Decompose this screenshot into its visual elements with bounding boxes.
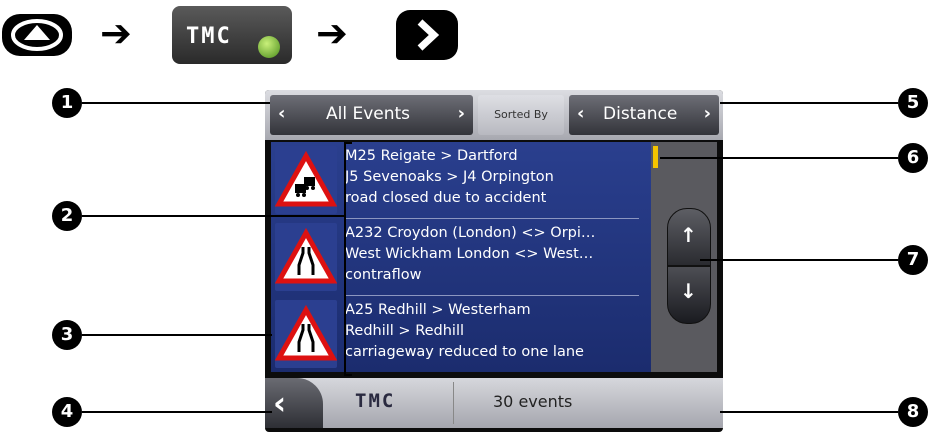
tmc-logo: TMC — [355, 390, 395, 412]
filter-selector[interactable]: ‹ All Events › — [270, 95, 473, 135]
divider — [453, 382, 454, 424]
event-road: M25 Reigate > Dartford — [345, 148, 518, 164]
arrow-down-icon: ↓ — [680, 279, 697, 303]
tmc-button[interactable]: TMC — [172, 6, 292, 64]
event-junction: Redhill > Redhill — [345, 323, 465, 339]
event-text: A232 Croydon (London) <> Orpi… West Wick… — [345, 223, 595, 286]
chevron-right-icon[interactable]: › — [458, 103, 465, 124]
sorted-by-label: Sorted By — [478, 95, 564, 135]
tmc-logo-icon: TMC — [186, 24, 232, 49]
back-button[interactable]: ‹ — [265, 378, 323, 428]
scroll-down-button[interactable]: ↓ — [667, 266, 711, 324]
tmc-logo-icon: TMC — [355, 390, 396, 412]
traffic-jam-sign-icon — [274, 146, 338, 214]
callout-8: 8 — [898, 397, 928, 427]
list-item[interactable]: A232 Croydon (London) <> Orpi… West Wick… — [271, 219, 651, 295]
callout-7: 7 — [898, 245, 928, 275]
traffic-events-screen: ‹ All Events › Sorted By ‹ Distance › M2… — [265, 90, 723, 432]
callout-line — [82, 102, 270, 104]
scrollbar[interactable]: ↑ ↓ — [651, 142, 717, 372]
chevron-left-icon[interactable]: ‹ — [577, 103, 584, 124]
road-narrows-sign-icon — [274, 223, 338, 291]
callout-line — [82, 215, 344, 217]
tmc-status-dot-icon — [258, 36, 280, 58]
event-count: 30 events — [493, 392, 573, 411]
event-road: A232 Croydon (London) <> Orpi… — [345, 225, 596, 241]
scroll-up-button[interactable]: ↑ — [667, 208, 711, 266]
event-list: M25 Reigate > Dartford J5 Sevenoaks > J4… — [271, 142, 651, 372]
sort-selector[interactable]: ‹ Distance › — [569, 95, 719, 135]
event-text: A25 Redhill > Westerham Redhill > Redhil… — [345, 300, 584, 363]
sequence-arrow-icon: ➔ — [100, 11, 132, 55]
callout-6: 6 — [898, 143, 928, 173]
up-arrow-circle-icon — [11, 19, 63, 51]
chevron-right-icon — [417, 19, 440, 51]
event-text: M25 Reigate > Dartford J5 Sevenoaks > J4… — [345, 146, 554, 209]
event-junction: J5 Sevenoaks > J4 Orpington — [345, 169, 554, 185]
list-item[interactable]: M25 Reigate > Dartford J5 Sevenoaks > J4… — [271, 142, 651, 218]
callout-3: 3 — [52, 320, 82, 350]
chevron-left-icon[interactable]: ‹ — [278, 103, 285, 124]
event-junction: West Wickham London <> West… — [345, 246, 594, 262]
list-item[interactable]: A25 Redhill > Westerham Redhill > Redhil… — [271, 296, 651, 372]
callout-bracket — [344, 142, 352, 376]
chevron-left-icon: ‹ — [273, 384, 287, 422]
callout-line — [700, 259, 898, 261]
status-bar: ‹ TMC 30 events — [265, 378, 723, 428]
callout-line — [720, 411, 898, 413]
callout-5: 5 — [898, 88, 928, 118]
sequence-arrow-icon: ➔ — [316, 11, 348, 55]
filter-label: All Events — [326, 104, 411, 124]
sort-label: Distance — [603, 104, 678, 124]
event-road: A25 Redhill > Westerham — [345, 302, 531, 318]
next-button[interactable] — [396, 10, 458, 60]
main-menu-button[interactable] — [2, 14, 72, 56]
sort-toolbar: ‹ All Events › Sorted By ‹ Distance › — [265, 90, 723, 140]
chevron-right-icon[interactable]: › — [704, 103, 711, 124]
callout-line — [82, 334, 272, 336]
event-description: contraflow — [345, 267, 422, 283]
event-description: carriageway reduced to one lane — [345, 344, 584, 360]
callout-line — [660, 157, 898, 159]
road-narrows-sign-icon — [274, 300, 338, 368]
callout-line — [82, 411, 272, 413]
callout-1: 1 — [52, 88, 82, 118]
callout-2: 2 — [52, 201, 82, 231]
arrow-up-icon: ↑ — [680, 223, 697, 247]
event-description: road closed due to accident — [345, 190, 547, 206]
scroll-position-indicator — [653, 146, 658, 168]
callout-4: 4 — [52, 397, 82, 427]
callout-line — [720, 102, 898, 104]
